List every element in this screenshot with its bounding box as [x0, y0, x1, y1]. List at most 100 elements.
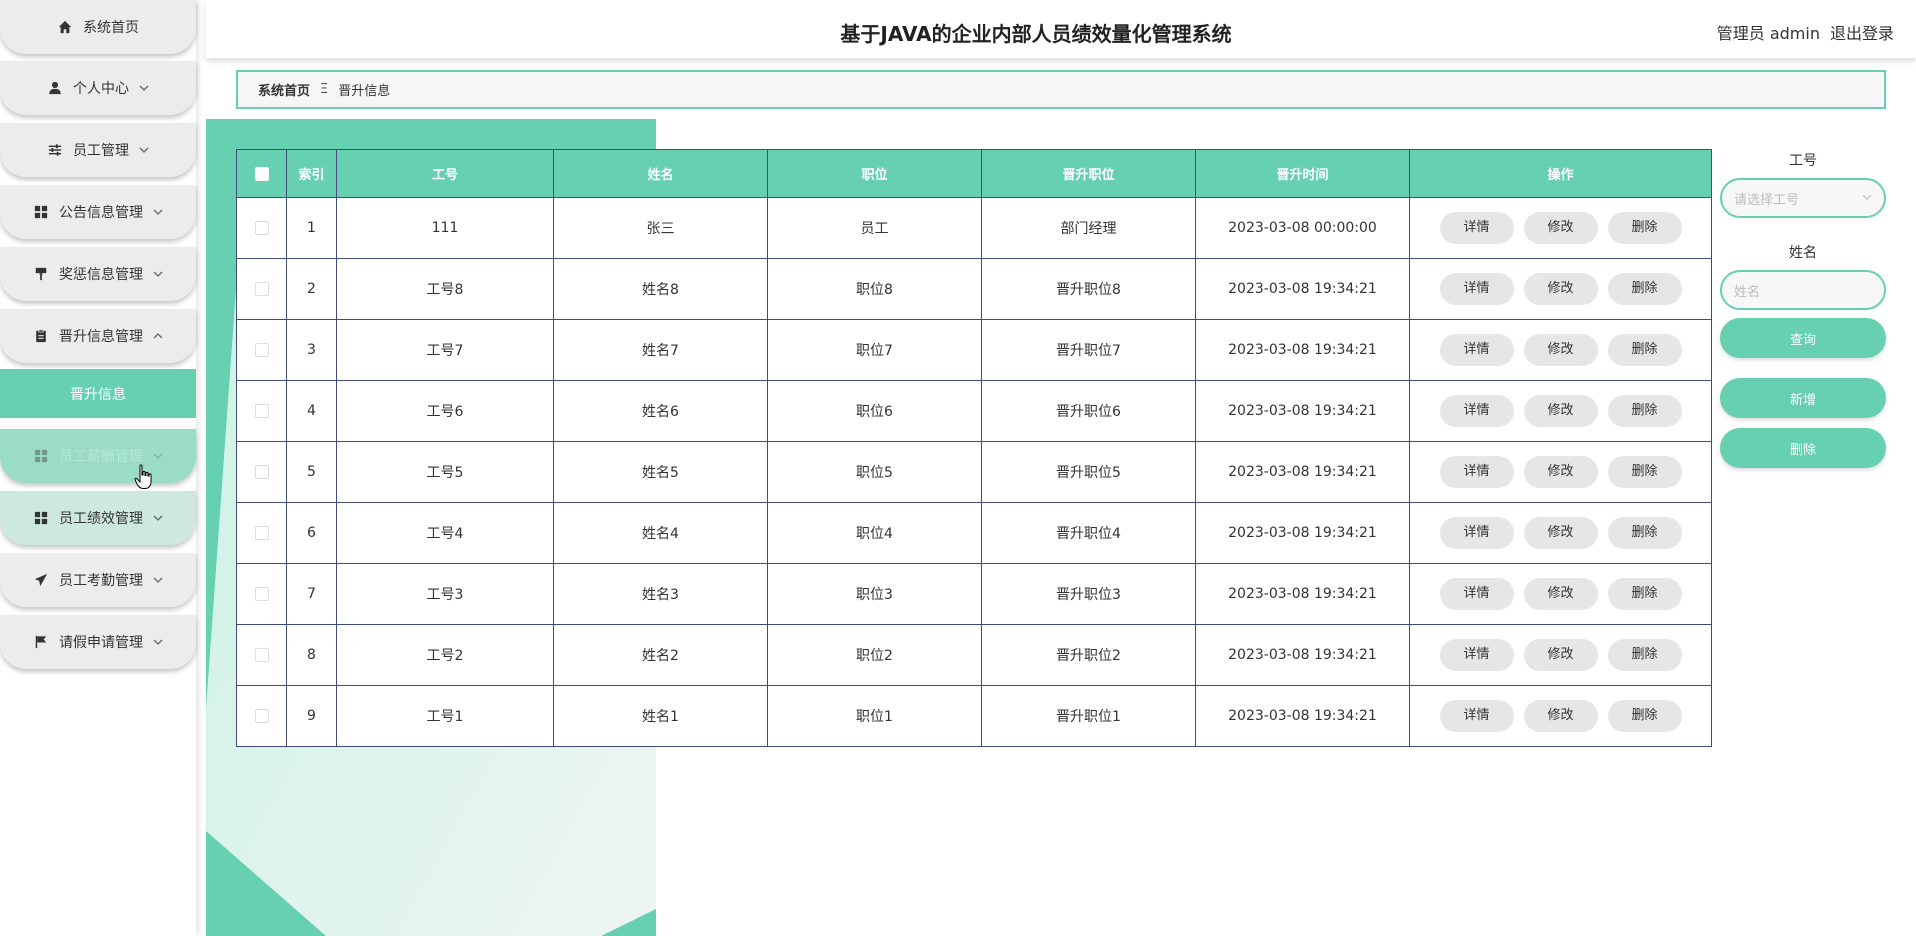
delete-button[interactable]: 删除 [1607, 578, 1682, 610]
cell-promotion-time: 2023-03-08 19:34:21 [1195, 319, 1410, 381]
edit-button[interactable]: 修改 [1523, 578, 1598, 610]
sidebar-item-announcement-management[interactable]: 公告信息管理 [0, 185, 196, 239]
sidebar-item-label: 员工绩效管理 [59, 511, 143, 527]
cell-job-no: 工号3 [336, 563, 554, 625]
edit-button[interactable]: 修改 [1523, 395, 1598, 427]
column-header-promotion-time: 晋升时间 [1195, 149, 1410, 198]
chevron-down-icon [153, 269, 163, 279]
sidebar-item-label: 员工管理 [73, 143, 129, 159]
sliders-icon [47, 142, 63, 158]
table-row: 6 工号4 姓名4 职位4 晋升职位4 2023-03-08 19:34:21 详情 修改 删除 [236, 502, 1712, 564]
delete-button[interactable]: 删除 [1607, 456, 1682, 488]
sidebar-item-performance-management[interactable]: 员工绩效管理 [0, 491, 196, 545]
delete-button[interactable]: 删除 [1607, 273, 1682, 305]
name-label: 姓名 [1789, 245, 1817, 261]
row-checkbox[interactable] [236, 685, 287, 747]
add-button[interactable]: 新增 [1720, 378, 1886, 418]
detail-button[interactable]: 详情 [1439, 334, 1514, 366]
cell-promotion-time: 2023-03-08 19:34:21 [1195, 258, 1410, 320]
cell-promoted-position: 晋升职位6 [981, 380, 1196, 442]
job-no-select[interactable]: 请选择工号 [1720, 178, 1886, 218]
column-header-job-no: 工号 [336, 149, 554, 198]
sidebar-item-promotion-management[interactable]: 晋升信息管理 [0, 309, 196, 363]
chevron-down-icon [139, 83, 149, 93]
detail-button[interactable]: 详情 [1439, 639, 1514, 671]
edit-button[interactable]: 修改 [1523, 212, 1598, 244]
sidebar-item-personal-center[interactable]: 个人中心 [0, 61, 196, 115]
cell-promoted-position: 晋升职位7 [981, 319, 1196, 381]
delete-button[interactable]: 删除 [1607, 517, 1682, 549]
cell-index: 9 [286, 685, 337, 747]
table-row: 1 111 张三 员工 部门经理 2023-03-08 00:00:00 详情 修改 删除 [236, 197, 1712, 259]
detail-button[interactable]: 详情 [1439, 395, 1514, 427]
app-page: 系统首页 个人中心 员工管理 公告信息管理 奖惩信息管理 晋升信息管理 晋升信息… [0, 0, 1916, 936]
detail-button[interactable]: 详情 [1439, 700, 1514, 732]
delete-button[interactable]: 删除 [1607, 700, 1682, 732]
select-all-checkbox[interactable] [236, 149, 287, 198]
delete-button[interactable]: 删除 [1607, 212, 1682, 244]
row-checkbox[interactable] [236, 380, 287, 442]
cell-name: 姓名7 [553, 319, 768, 381]
cell-job-no: 工号4 [336, 502, 554, 564]
sidebar-item-reward-punishment-management[interactable]: 奖惩信息管理 [0, 247, 196, 301]
cell-actions: 详情 修改 删除 [1409, 258, 1712, 320]
grid-icon [33, 448, 49, 464]
delete-button[interactable]: 删除 [1607, 334, 1682, 366]
detail-button[interactable]: 详情 [1439, 578, 1514, 610]
row-checkbox[interactable] [236, 502, 287, 564]
edit-button[interactable]: 修改 [1523, 273, 1598, 305]
sidebar-item-attendance-management[interactable]: 员工考勤管理 [0, 553, 196, 607]
row-checkbox[interactable] [236, 624, 287, 686]
detail-button[interactable]: 详情 [1439, 517, 1514, 549]
promotion-table: 索引 工号 姓名 职位 晋升职位 晋升时间 操作 1 111 张三 员工 部门经理 202… [236, 149, 1712, 747]
cell-promotion-time: 2023-03-08 00:00:00 [1195, 197, 1410, 259]
detail-button[interactable]: 详情 [1439, 456, 1514, 488]
breadcrumb-current: 晋升信息 [338, 84, 391, 99]
cell-index: 4 [286, 380, 337, 442]
cell-name: 姓名4 [553, 502, 768, 564]
cell-position: 职位2 [767, 624, 982, 686]
delete-button[interactable]: 删除 [1607, 639, 1682, 671]
grid-icon [33, 204, 49, 220]
cell-promoted-position: 晋升职位8 [981, 258, 1196, 320]
breadcrumb-home[interactable]: 系统首页 [258, 80, 310, 99]
sidebar-item-label: 员工薪酬管理 [59, 449, 143, 465]
table-header-row: 索引 工号 姓名 职位 晋升职位 晋升时间 操作 [236, 149, 1712, 198]
sidebar-item-employee-management[interactable]: 员工管理 [0, 123, 196, 177]
cell-position: 职位3 [767, 563, 982, 625]
sidebar-subitem-promotion-info[interactable]: 晋升信息 [0, 369, 196, 418]
cell-promotion-time: 2023-03-08 19:34:21 [1195, 685, 1410, 747]
delete-button[interactable]: 删除 [1607, 395, 1682, 427]
sidebar-item-home[interactable]: 系统首页 [0, 0, 196, 54]
batch-delete-button[interactable]: 删除 [1720, 428, 1886, 468]
edit-button[interactable]: 修改 [1523, 700, 1598, 732]
row-checkbox[interactable] [236, 197, 287, 259]
cell-position: 职位6 [767, 380, 982, 442]
edit-button[interactable]: 修改 [1523, 639, 1598, 671]
cell-name: 姓名6 [553, 380, 768, 442]
cell-index: 5 [286, 441, 337, 503]
cell-name: 姓名8 [553, 258, 768, 320]
sidebar-item-salary-management[interactable]: 员工薪酬管理 [0, 429, 196, 483]
table-row: 2 工号8 姓名8 职位8 晋升职位8 2023-03-08 19:34:21 详情 修改 删除 [236, 258, 1712, 320]
chevron-down-icon [153, 513, 163, 523]
cell-promotion-time: 2023-03-08 19:34:21 [1195, 441, 1410, 503]
detail-button[interactable]: 详情 [1439, 273, 1514, 305]
edit-button[interactable]: 修改 [1523, 456, 1598, 488]
edit-button[interactable]: 修改 [1523, 517, 1598, 549]
name-input[interactable]: 姓名 [1720, 270, 1886, 310]
cell-promoted-position: 晋升职位5 [981, 441, 1196, 503]
edit-button[interactable]: 修改 [1523, 334, 1598, 366]
row-checkbox[interactable] [236, 258, 287, 320]
job-no-placeholder: 请选择工号 [1734, 192, 1800, 208]
column-header-index: 索引 [286, 149, 337, 198]
row-checkbox[interactable] [236, 563, 287, 625]
query-button[interactable]: 查询 [1720, 318, 1886, 358]
cell-job-no: 工号2 [336, 624, 554, 686]
person-icon [47, 80, 63, 96]
detail-button[interactable]: 详情 [1439, 212, 1514, 244]
sidebar-item-leave-request-management[interactable]: 请假申请管理 [0, 615, 196, 669]
row-checkbox[interactable] [236, 441, 287, 503]
row-checkbox[interactable] [236, 319, 287, 381]
logout-link[interactable]: 退出登录 [1830, 24, 1894, 43]
